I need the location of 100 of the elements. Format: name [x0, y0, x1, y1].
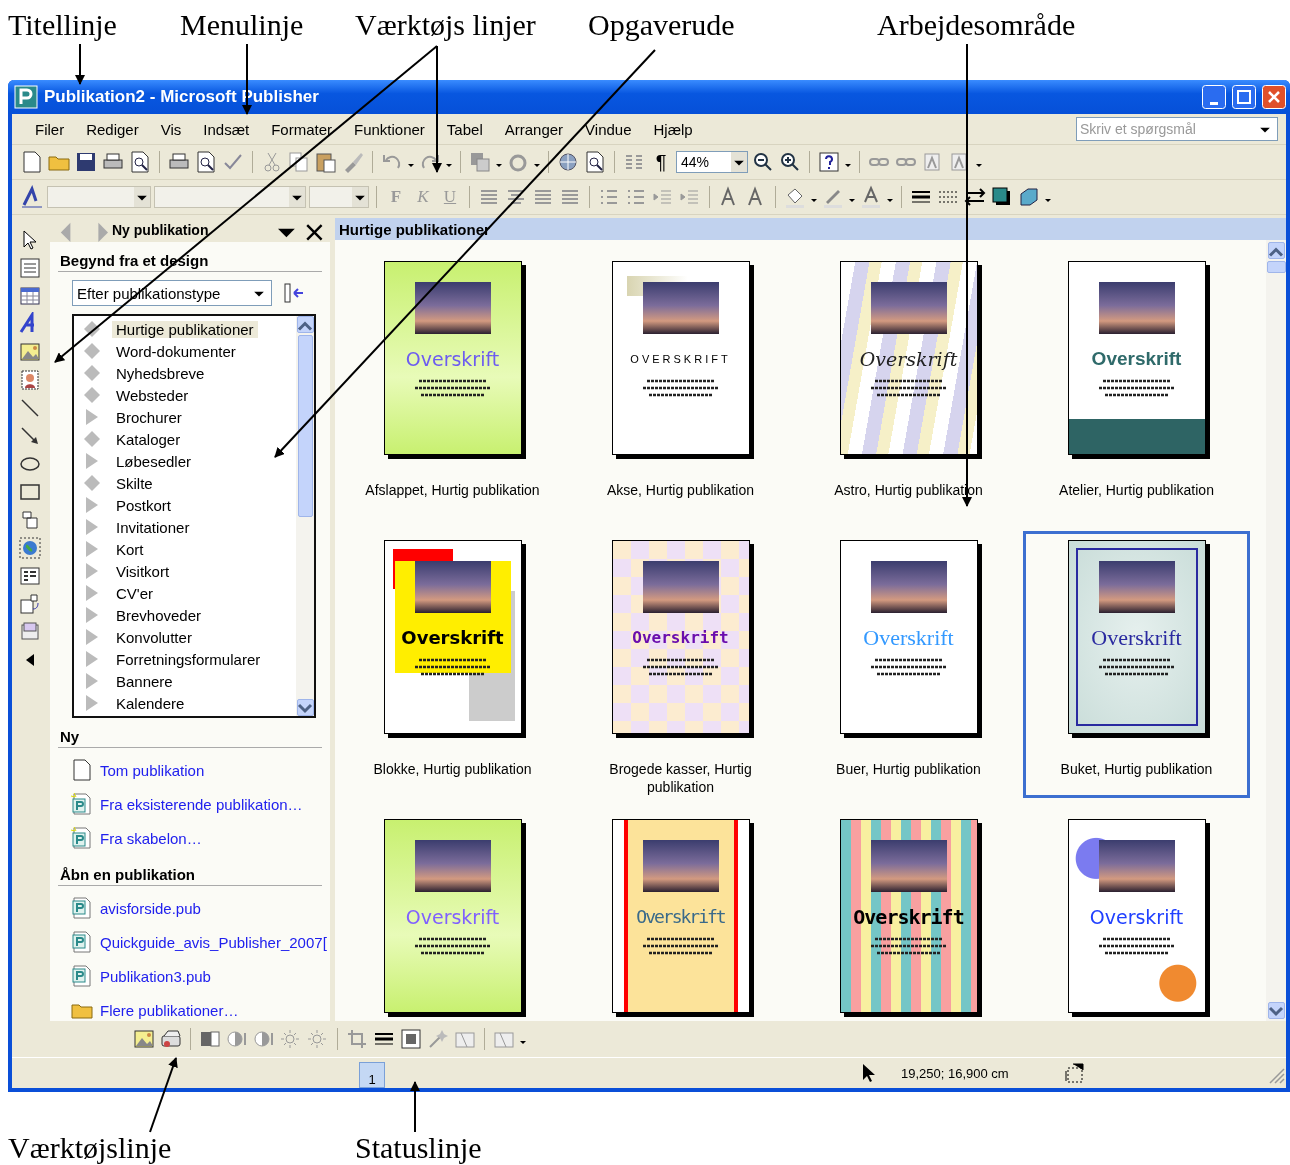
new-publisher-file-icon[interactable]: [70, 826, 94, 850]
category-item[interactable]: Websteder: [112, 386, 193, 404]
link[interactable]: avisforside.pub: [100, 899, 201, 917]
clip-art-icon[interactable]: [18, 368, 42, 392]
design-option[interactable]: Overskrift Afslappet, Hurtig publikation: [339, 252, 566, 519]
minimize-button[interactable]: [1202, 85, 1226, 109]
design-option[interactable]: Overskrift Brogede kasser, Hurtig publikation: [567, 531, 794, 798]
category-item[interactable]: Hurtige publikationer: [112, 320, 258, 338]
thumbnail-heading: Overskrift: [405, 348, 500, 370]
help-icon[interactable]: [817, 150, 841, 174]
picture-icon[interactable]: [132, 1027, 156, 1051]
category-item[interactable]: Skilte: [112, 474, 157, 492]
copy-icon[interactable]: [287, 150, 311, 174]
design-option[interactable]: Overskrift Atelier, Hurtig publikation: [1023, 252, 1250, 519]
publisher-file-icon[interactable]: [70, 896, 94, 920]
print-preview-icon[interactable]: [194, 150, 218, 174]
table-icon[interactable]: [18, 284, 42, 308]
thumbnail-heading: Overskrift: [859, 348, 958, 370]
scrollbar[interactable]: [296, 316, 314, 716]
scroll-thumb[interactable]: [1266, 261, 1286, 273]
print-preview-icon[interactable]: [128, 150, 152, 174]
category-item[interactable]: Bannere: [112, 672, 177, 690]
category-item[interactable]: Kataloger: [112, 430, 185, 448]
new-publisher-file-icon[interactable]: [70, 792, 94, 816]
thumbnail-heading: Overskrift: [863, 627, 954, 649]
design-option[interactable]: OVERSKRIFT Akse, Hurtig publikation: [567, 252, 794, 519]
menu-item[interactable]: Hjælp: [642, 118, 704, 140]
category-item[interactable]: Brochurer: [112, 408, 186, 426]
menu-item[interactable]: Tabel: [435, 118, 494, 140]
category-item[interactable]: Visitkort: [112, 562, 174, 580]
design-option[interactable]: Overskrift: [795, 810, 1022, 1021]
globe-icon[interactable]: [556, 150, 580, 174]
link[interactable]: Publikation3.pub: [100, 967, 211, 985]
category-item[interactable]: Løbesedler: [112, 452, 196, 470]
menu-item[interactable]: Vindue: [574, 118, 643, 140]
link[interactable]: Fra eksisterende publikation…: [100, 795, 303, 813]
object-size-icon: [1062, 1061, 1087, 1085]
category-item[interactable]: Postkort: [112, 496, 176, 514]
design-option[interactable]: Overskrift: [339, 810, 566, 1021]
annotation-label: Menulinje: [180, 8, 304, 42]
blank-page-icon[interactable]: [70, 758, 94, 782]
thumbnail-heading: Overskrift: [405, 906, 500, 928]
menu-item[interactable]: Formater: [260, 118, 343, 140]
category-item[interactable]: CV'er: [112, 584, 158, 602]
formatting-marks-button[interactable]: ¶: [649, 150, 673, 174]
thumbnail-heading: OVERSKRIFT: [630, 352, 731, 367]
annotation-label: Arbejdesområde: [877, 8, 1076, 42]
link[interactable]: Tom publikation: [100, 761, 205, 779]
design-option[interactable]: Overskrift: [567, 810, 794, 1021]
hotspot-icon[interactable]: [18, 536, 42, 560]
publisher-file-icon[interactable]: [70, 964, 94, 988]
menu-item[interactable]: Indsæt: [192, 118, 261, 140]
form-control-icon[interactable]: [18, 564, 42, 588]
link[interactable]: Flere publikationer…: [100, 1001, 239, 1019]
link[interactable]: Quickguide_avis_Publisher_2007[: [100, 933, 327, 951]
zoom-dropdown[interactable]: 44%: [676, 151, 748, 173]
annotation-label: Statuslinje: [355, 1131, 482, 1165]
category-item[interactable]: Kort: [112, 540, 148, 558]
category-item[interactable]: Invitationer: [112, 518, 194, 536]
font-dropdown[interactable]: [154, 186, 306, 208]
text-wrapping-icon[interactable]: [399, 1027, 423, 1051]
design-option[interactable]: Overskrift Buer, Hurtig publikation: [795, 531, 1022, 798]
page-tab[interactable]: 1: [359, 1062, 385, 1088]
category-item[interactable]: Konvolutter: [112, 628, 196, 646]
design-option[interactable]: Overskrift Blokke, Hurtig publikation: [339, 531, 566, 798]
save-icon[interactable]: [74, 150, 98, 174]
close-button[interactable]: [1262, 85, 1286, 109]
dock-pane-icon[interactable]: [282, 281, 306, 305]
menu-item[interactable]: Funktioner: [343, 118, 436, 140]
design-caption: Afslappet, Hurtig publikation: [365, 481, 540, 499]
design-caption: Akse, Hurtig publikation: [605, 481, 756, 499]
picture-icon[interactable]: [18, 340, 42, 364]
maximize-button[interactable]: [1232, 85, 1256, 109]
paste-icon[interactable]: [314, 150, 338, 174]
design-option[interactable]: Overskrift: [1023, 810, 1250, 1021]
link[interactable]: Fra skabelon…: [100, 829, 202, 847]
publisher-file-icon[interactable]: [70, 930, 94, 954]
design-caption: Blokke, Hurtig publikation: [372, 760, 533, 778]
web-preview-icon[interactable]: [583, 150, 607, 174]
category-item[interactable]: Forretningsformularer: [112, 650, 265, 668]
design-option[interactable]: Overskrift Buket, Hurtig publikation: [1023, 531, 1250, 798]
thumbnail-heading: Overskrift: [1091, 627, 1182, 649]
new-page-icon[interactable]: [20, 150, 44, 174]
category-item[interactable]: Brevhoveder: [112, 606, 206, 624]
menu-item[interactable]: Vis: [149, 118, 193, 140]
category-item[interactable]: Word-dokumenter: [112, 342, 240, 360]
menu-item[interactable]: Arranger: [493, 118, 575, 140]
scrollbar[interactable]: [1266, 240, 1286, 1021]
design-caption: Brogede kasser, Hurtig publikation: [608, 760, 753, 796]
scroll-thumb[interactable]: [297, 335, 313, 517]
styles-icon[interactable]: [20, 185, 44, 209]
design-caption: Buket, Hurtig publikation: [1059, 760, 1214, 778]
font-color-icon[interactable]: [859, 185, 883, 209]
3d-box-icon[interactable]: [1017, 185, 1041, 209]
category-item[interactable]: Nyhedsbreve: [112, 364, 209, 382]
menu-item[interactable]: Rediger: [75, 118, 150, 140]
category-item[interactable]: Kalendere: [112, 694, 189, 712]
html-fragment-icon[interactable]: [18, 592, 42, 616]
menu-item[interactable]: Filer: [24, 118, 76, 140]
help-search-field[interactable]: Skriv et spørgsmål: [1076, 117, 1278, 141]
